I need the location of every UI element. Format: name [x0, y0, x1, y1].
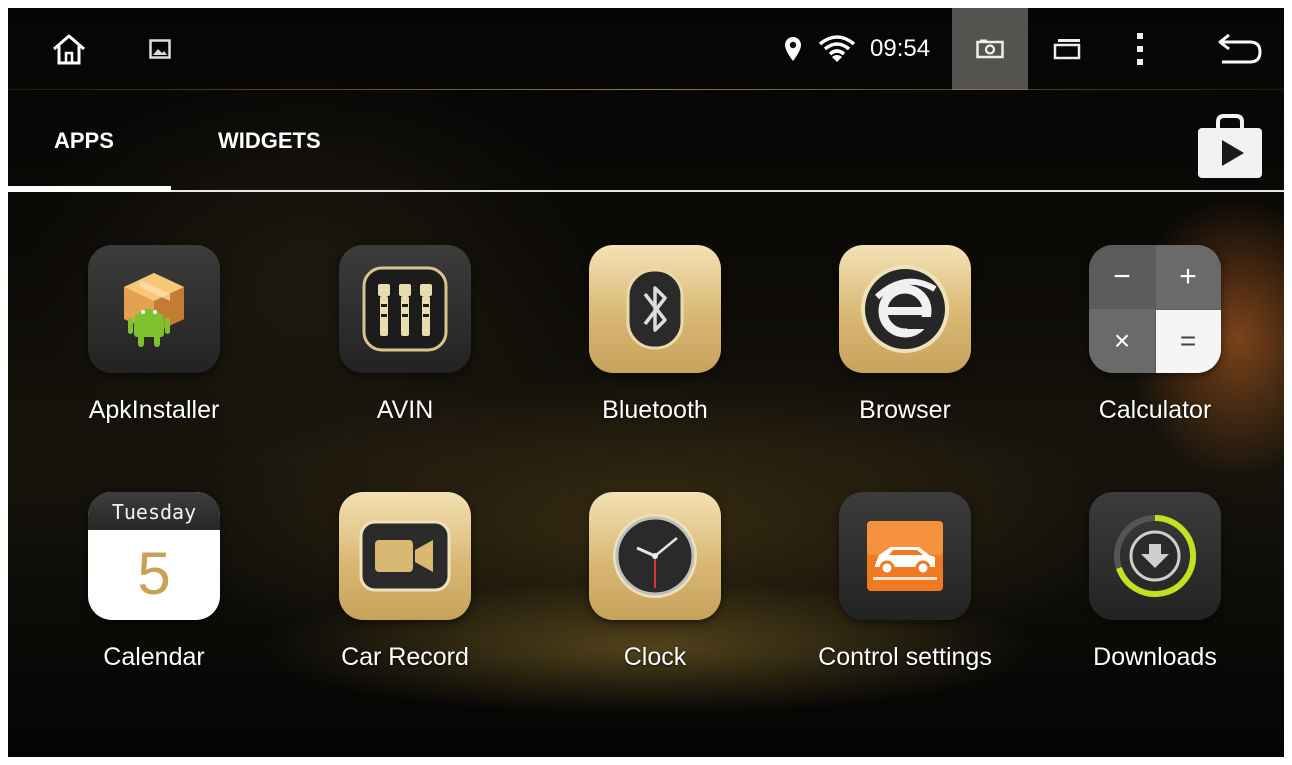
calendar-day-number: 5	[137, 540, 171, 607]
app-tile: − + × =	[1089, 245, 1221, 373]
app-tile	[589, 245, 721, 373]
app-calculator[interactable]: − + × = Calculator	[1040, 245, 1270, 465]
play-store-button[interactable]	[1196, 114, 1264, 180]
calc-key-equals: =	[1179, 325, 1197, 356]
wifi-indicator	[814, 8, 860, 90]
app-tile	[1089, 492, 1221, 620]
overflow-menu-button[interactable]	[1120, 8, 1160, 90]
location-indicator	[778, 8, 808, 90]
calc-key-times: ×	[1113, 325, 1131, 356]
app-label: ApkInstaller	[88, 396, 220, 424]
control-settings-icon	[867, 521, 943, 591]
play-store-icon	[1198, 114, 1262, 178]
active-tab-indicator	[8, 186, 171, 192]
apk-installer-icon	[124, 273, 184, 347]
overflow-menu-icon	[1137, 33, 1143, 65]
app-avin[interactable]: AVIN	[290, 245, 520, 465]
tab-widgets[interactable]: WIDGETS	[218, 128, 321, 154]
home-button[interactable]	[34, 8, 104, 90]
app-tile	[839, 492, 971, 620]
app-tile	[88, 245, 220, 373]
calc-key-minus: −	[1113, 260, 1131, 293]
tab-divider	[8, 190, 1284, 192]
gallery-icon	[149, 39, 171, 59]
calc-key-plus: +	[1179, 260, 1197, 293]
app-label: Clock	[623, 643, 687, 671]
back-button[interactable]	[1204, 8, 1274, 90]
app-label: Calendar	[103, 643, 205, 671]
location-icon	[785, 37, 801, 61]
wifi-icon	[818, 35, 856, 62]
app-tile	[339, 245, 471, 373]
app-clock[interactable]: Clock	[540, 492, 770, 712]
status-bar: 09:54	[8, 8, 1284, 90]
clock-icon	[613, 514, 697, 598]
app-label: AVIN	[376, 396, 434, 424]
app-label: Downloads	[1093, 643, 1217, 671]
app-tile	[339, 492, 471, 620]
app-calendar[interactable]: Tuesday 5 Calendar	[39, 492, 269, 712]
home-icon	[53, 34, 85, 65]
app-car-record[interactable]: Car Record	[290, 492, 520, 712]
app-tile	[589, 492, 721, 620]
recent-apps-icon	[1053, 39, 1081, 60]
app-downloads[interactable]: Downloads	[1040, 492, 1270, 712]
screenshot-button[interactable]	[952, 8, 1028, 90]
gallery-button[interactable]	[132, 8, 188, 90]
app-apkinstaller[interactable]: ApkInstaller	[39, 245, 269, 465]
app-tile calendar-icon: Tuesday 5	[88, 492, 220, 620]
app-label: Car Record	[341, 643, 469, 671]
app-label: Browser	[859, 396, 951, 424]
app-bluetooth[interactable]: Bluetooth	[540, 245, 770, 465]
browser-icon	[861, 265, 949, 353]
launcher-screen: 09:54 APPS WIDGETS ApkInstaller AVIN Blu…	[8, 8, 1284, 757]
app-browser[interactable]: Browser	[790, 245, 1020, 465]
bluetooth-icon	[626, 268, 684, 350]
car-record-icon	[359, 520, 451, 592]
app-control-settings[interactable]: Control settings	[790, 492, 1020, 712]
back-icon	[1218, 34, 1262, 64]
app-label: Bluetooth	[602, 396, 708, 424]
avin-icon	[362, 266, 448, 352]
app-label: Calculator	[1098, 396, 1212, 424]
clock-time: 09:54	[870, 35, 931, 62]
downloads-icon	[1114, 515, 1197, 597]
tab-apps[interactable]: APPS	[54, 128, 114, 154]
app-label: Control settings	[818, 643, 992, 671]
app-tile	[839, 245, 971, 373]
recent-apps-button[interactable]	[1038, 8, 1098, 90]
screenshot-icon	[976, 39, 1004, 59]
tab-bar: APPS WIDGETS	[8, 90, 1284, 194]
calendar-day-name: Tuesday	[111, 500, 197, 524]
